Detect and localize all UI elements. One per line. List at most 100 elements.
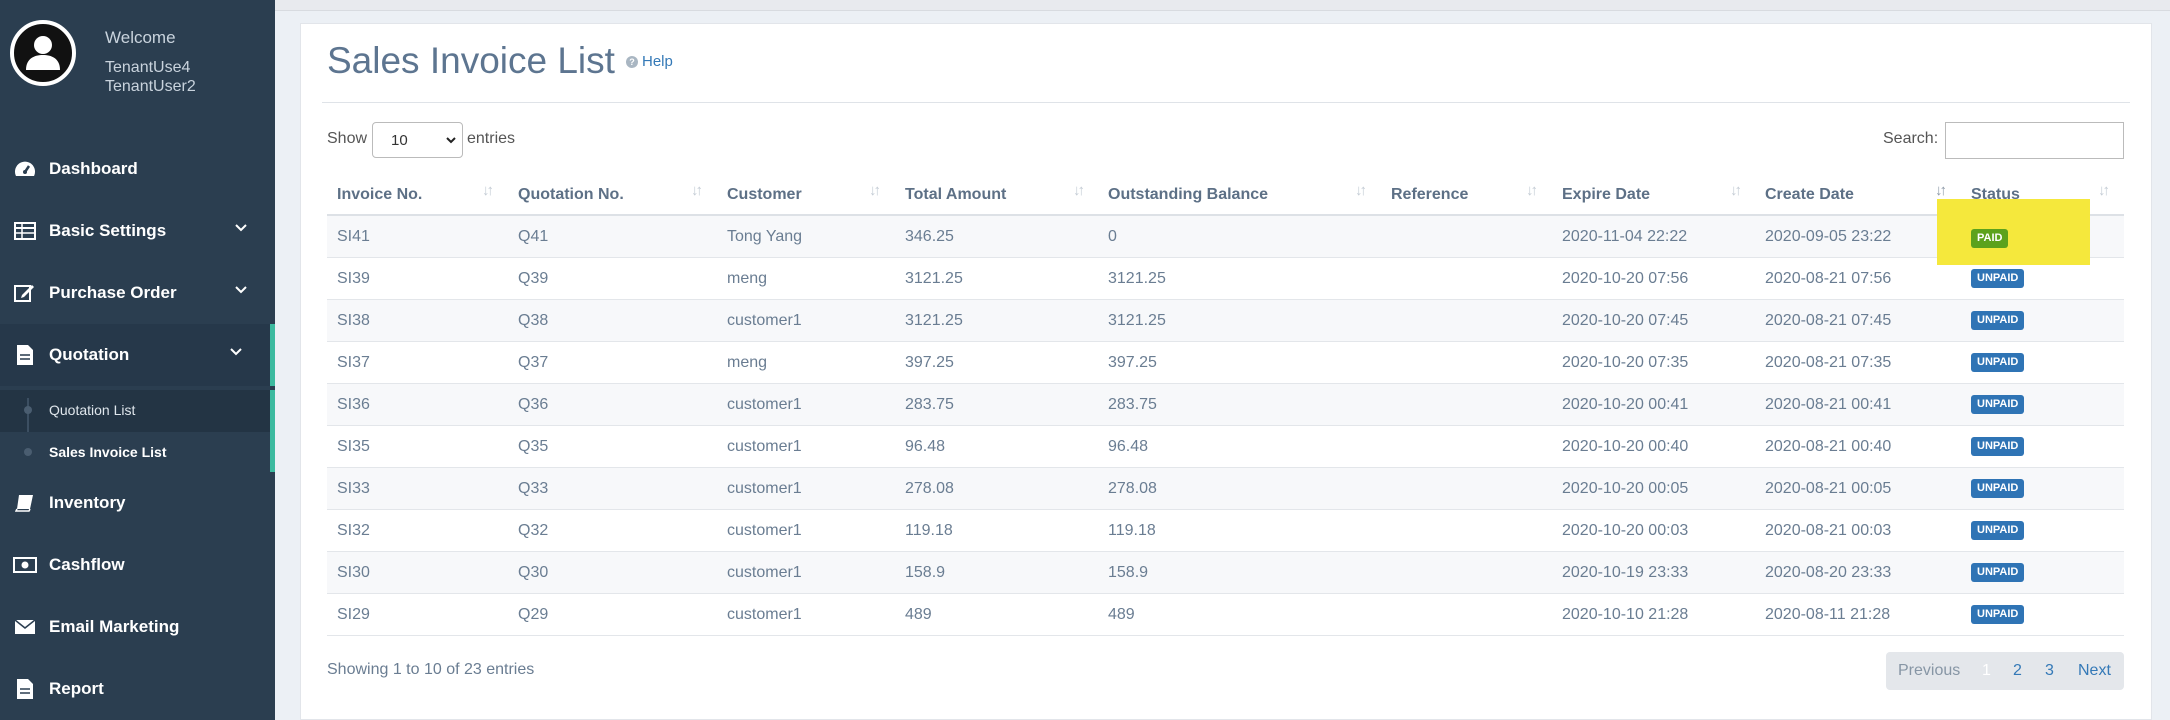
cell-invoice-no: SI36 bbox=[337, 396, 370, 413]
cell-invoice-no: SI41 bbox=[337, 228, 370, 245]
page-1-button[interactable]: 1 bbox=[1982, 662, 1991, 680]
document-icon bbox=[12, 344, 38, 366]
next-button[interactable]: Next bbox=[2078, 662, 2111, 680]
welcome-text: Welcome bbox=[105, 28, 176, 47]
cell-customer: Tong Yang bbox=[727, 228, 803, 245]
table-row[interactable]: SI41 Q41 Tong Yang 346.25 0 2020-11-04 2… bbox=[327, 216, 2124, 258]
column-header-quotation-no[interactable]: Quotation No. bbox=[518, 175, 624, 215]
page-title: Sales Invoice List bbox=[327, 40, 615, 81]
nav-cashflow-label: Cashflow bbox=[49, 555, 125, 574]
table-row[interactable]: SI39 Q39 meng 3121.25 3121.25 2020-10-20… bbox=[327, 258, 2124, 300]
cell-invoice-no: SI33 bbox=[337, 480, 370, 497]
status-badge-unpaid: UNPAID bbox=[1971, 479, 2025, 498]
report-icon bbox=[12, 678, 38, 700]
search-input[interactable] bbox=[1945, 122, 2124, 159]
cell-create-date: 2020-08-11 21:28 bbox=[1765, 606, 1891, 623]
status-badge-unpaid: UNPAID bbox=[1971, 521, 2025, 540]
entries-label: entries bbox=[467, 130, 516, 147]
sort-icon[interactable]: ↓↑ bbox=[869, 182, 881, 199]
nav-report-label: Report bbox=[49, 679, 104, 698]
help-link[interactable]: ? Help bbox=[626, 53, 673, 70]
sidebar-item-label: Quotation List bbox=[49, 402, 136, 418]
sort-icon[interactable]: ↓↑ bbox=[482, 182, 494, 199]
cell-outstanding-balance: 283.75 bbox=[1108, 396, 1157, 413]
nav-dashboard[interactable]: Dashboard bbox=[0, 138, 275, 200]
book-icon bbox=[12, 492, 38, 514]
cell-quotation-no: Q41 bbox=[518, 228, 549, 245]
table-row[interactable]: SI38 Q38 customer1 3121.25 3121.25 2020-… bbox=[327, 300, 2124, 342]
cell-outstanding-balance: 278.08 bbox=[1108, 480, 1157, 497]
cell-quotation-no: Q36 bbox=[518, 396, 549, 413]
sidebar: Welcome TenantUse4 TenantUser2 Dashboard… bbox=[0, 0, 275, 720]
sort-icon[interactable]: ↓↑ bbox=[1526, 182, 1538, 199]
cell-total-amount: 119.18 bbox=[905, 522, 953, 539]
user-panel: Welcome TenantUse4 TenantUser2 bbox=[0, 0, 275, 115]
cell-outstanding-balance: 119.18 bbox=[1108, 522, 1156, 539]
column-header-total-amount[interactable]: Total Amount bbox=[905, 175, 1006, 215]
cell-create-date: 2020-09-05 23:22 bbox=[1765, 228, 1892, 245]
nav-quotation-label: Quotation bbox=[49, 345, 130, 364]
nav-report[interactable]: Report bbox=[0, 658, 275, 720]
cell-create-date: 2020-08-20 23:33 bbox=[1765, 564, 1892, 581]
nav-quotation[interactable]: Quotation bbox=[0, 324, 275, 386]
column-header-customer[interactable]: Customer bbox=[727, 175, 802, 215]
column-header-invoice-no[interactable]: Invoice No. bbox=[337, 175, 422, 215]
cell-expire-date: 2020-10-20 07:35 bbox=[1562, 354, 1689, 371]
column-header-outstanding-balance[interactable]: Outstanding Balance bbox=[1108, 175, 1268, 215]
sort-icon[interactable]: ↓↑ bbox=[2098, 182, 2110, 199]
status-badge-unpaid: UNPAID bbox=[1971, 437, 2025, 456]
table-row[interactable]: SI30 Q30 customer1 158.9 158.9 2020-10-1… bbox=[327, 552, 2124, 594]
table-row[interactable]: SI37 Q37 meng 397.25 397.25 2020-10-20 0… bbox=[327, 342, 2124, 384]
cell-outstanding-balance: 3121.25 bbox=[1108, 312, 1166, 329]
chevron-down-icon bbox=[230, 348, 242, 356]
status-badge-unpaid: UNPAID bbox=[1971, 605, 2025, 624]
cell-outstanding-balance: 96.48 bbox=[1108, 438, 1149, 455]
nav-inventory[interactable]: Inventory bbox=[0, 472, 275, 534]
cell-total-amount: 3121.25 bbox=[905, 312, 963, 329]
cell-customer: customer1 bbox=[727, 480, 802, 497]
divider bbox=[322, 102, 2130, 103]
cell-quotation-no: Q39 bbox=[518, 270, 549, 287]
sidebar-item-quotation-list[interactable]: Quotation List bbox=[0, 390, 270, 430]
cell-customer: customer1 bbox=[727, 564, 802, 581]
nav-email-marketing[interactable]: Email Marketing bbox=[0, 596, 275, 658]
page-2-button[interactable]: 2 bbox=[2013, 662, 2022, 680]
table-row[interactable]: SI35 Q35 customer1 96.48 96.48 2020-10-2… bbox=[327, 426, 2124, 468]
sidebar-item-sales-invoice-list[interactable]: Sales Invoice List bbox=[0, 432, 270, 472]
sort-icon[interactable]: ↓↑ bbox=[691, 182, 703, 199]
cell-quotation-no: Q32 bbox=[518, 522, 549, 539]
cell-total-amount: 489 bbox=[905, 606, 932, 623]
previous-button[interactable]: Previous bbox=[1898, 662, 1960, 680]
highlight-marker bbox=[1937, 199, 2090, 265]
column-header-create-date[interactable]: Create Date bbox=[1765, 175, 1854, 215]
cell-invoice-no: SI38 bbox=[337, 312, 370, 329]
page-3-button[interactable]: 3 bbox=[2045, 662, 2054, 680]
sort-desc-icon[interactable]: ↓↑ bbox=[1935, 182, 1947, 199]
top-bar bbox=[275, 0, 2170, 11]
money-icon bbox=[12, 554, 38, 576]
nav-purchase-order[interactable]: Purchase Order bbox=[0, 262, 275, 324]
cell-invoice-no: SI39 bbox=[337, 270, 370, 287]
help-label: Help bbox=[642, 53, 673, 70]
sort-icon[interactable]: ↓↑ bbox=[1730, 182, 1742, 199]
table-row[interactable]: SI32 Q32 customer1 119.18 119.18 2020-10… bbox=[327, 510, 2124, 552]
table-row[interactable]: SI33 Q33 customer1 278.08 278.08 2020-10… bbox=[327, 468, 2124, 510]
entries-select[interactable]: 10 bbox=[372, 122, 463, 158]
column-header-reference[interactable]: Reference bbox=[1391, 175, 1468, 215]
status-badge-unpaid: UNPAID bbox=[1971, 353, 2025, 372]
nav-cashflow[interactable]: Cashflow bbox=[0, 534, 275, 596]
cell-create-date: 2020-08-21 00:41 bbox=[1765, 396, 1892, 413]
cell-outstanding-balance: 489 bbox=[1108, 606, 1135, 623]
chevron-down-icon bbox=[446, 137, 456, 144]
table-row[interactable]: SI36 Q36 customer1 283.75 283.75 2020-10… bbox=[327, 384, 2124, 426]
cell-total-amount: 283.75 bbox=[905, 396, 954, 413]
column-header-expire-date[interactable]: Expire Date bbox=[1562, 175, 1650, 215]
sort-icon[interactable]: ↓↑ bbox=[1355, 182, 1367, 199]
sort-icon[interactable]: ↓↑ bbox=[1073, 182, 1085, 199]
table-row[interactable]: SI29 Q29 customer1 489 489 2020-10-10 21… bbox=[327, 594, 2124, 636]
cell-expire-date: 2020-10-20 00:41 bbox=[1562, 396, 1689, 413]
cell-expire-date: 2020-10-20 07:56 bbox=[1562, 270, 1689, 287]
cell-expire-date: 2020-10-10 21:28 bbox=[1562, 606, 1689, 623]
avatar[interactable] bbox=[10, 20, 76, 86]
nav-basic-settings[interactable]: Basic Settings bbox=[0, 200, 275, 262]
